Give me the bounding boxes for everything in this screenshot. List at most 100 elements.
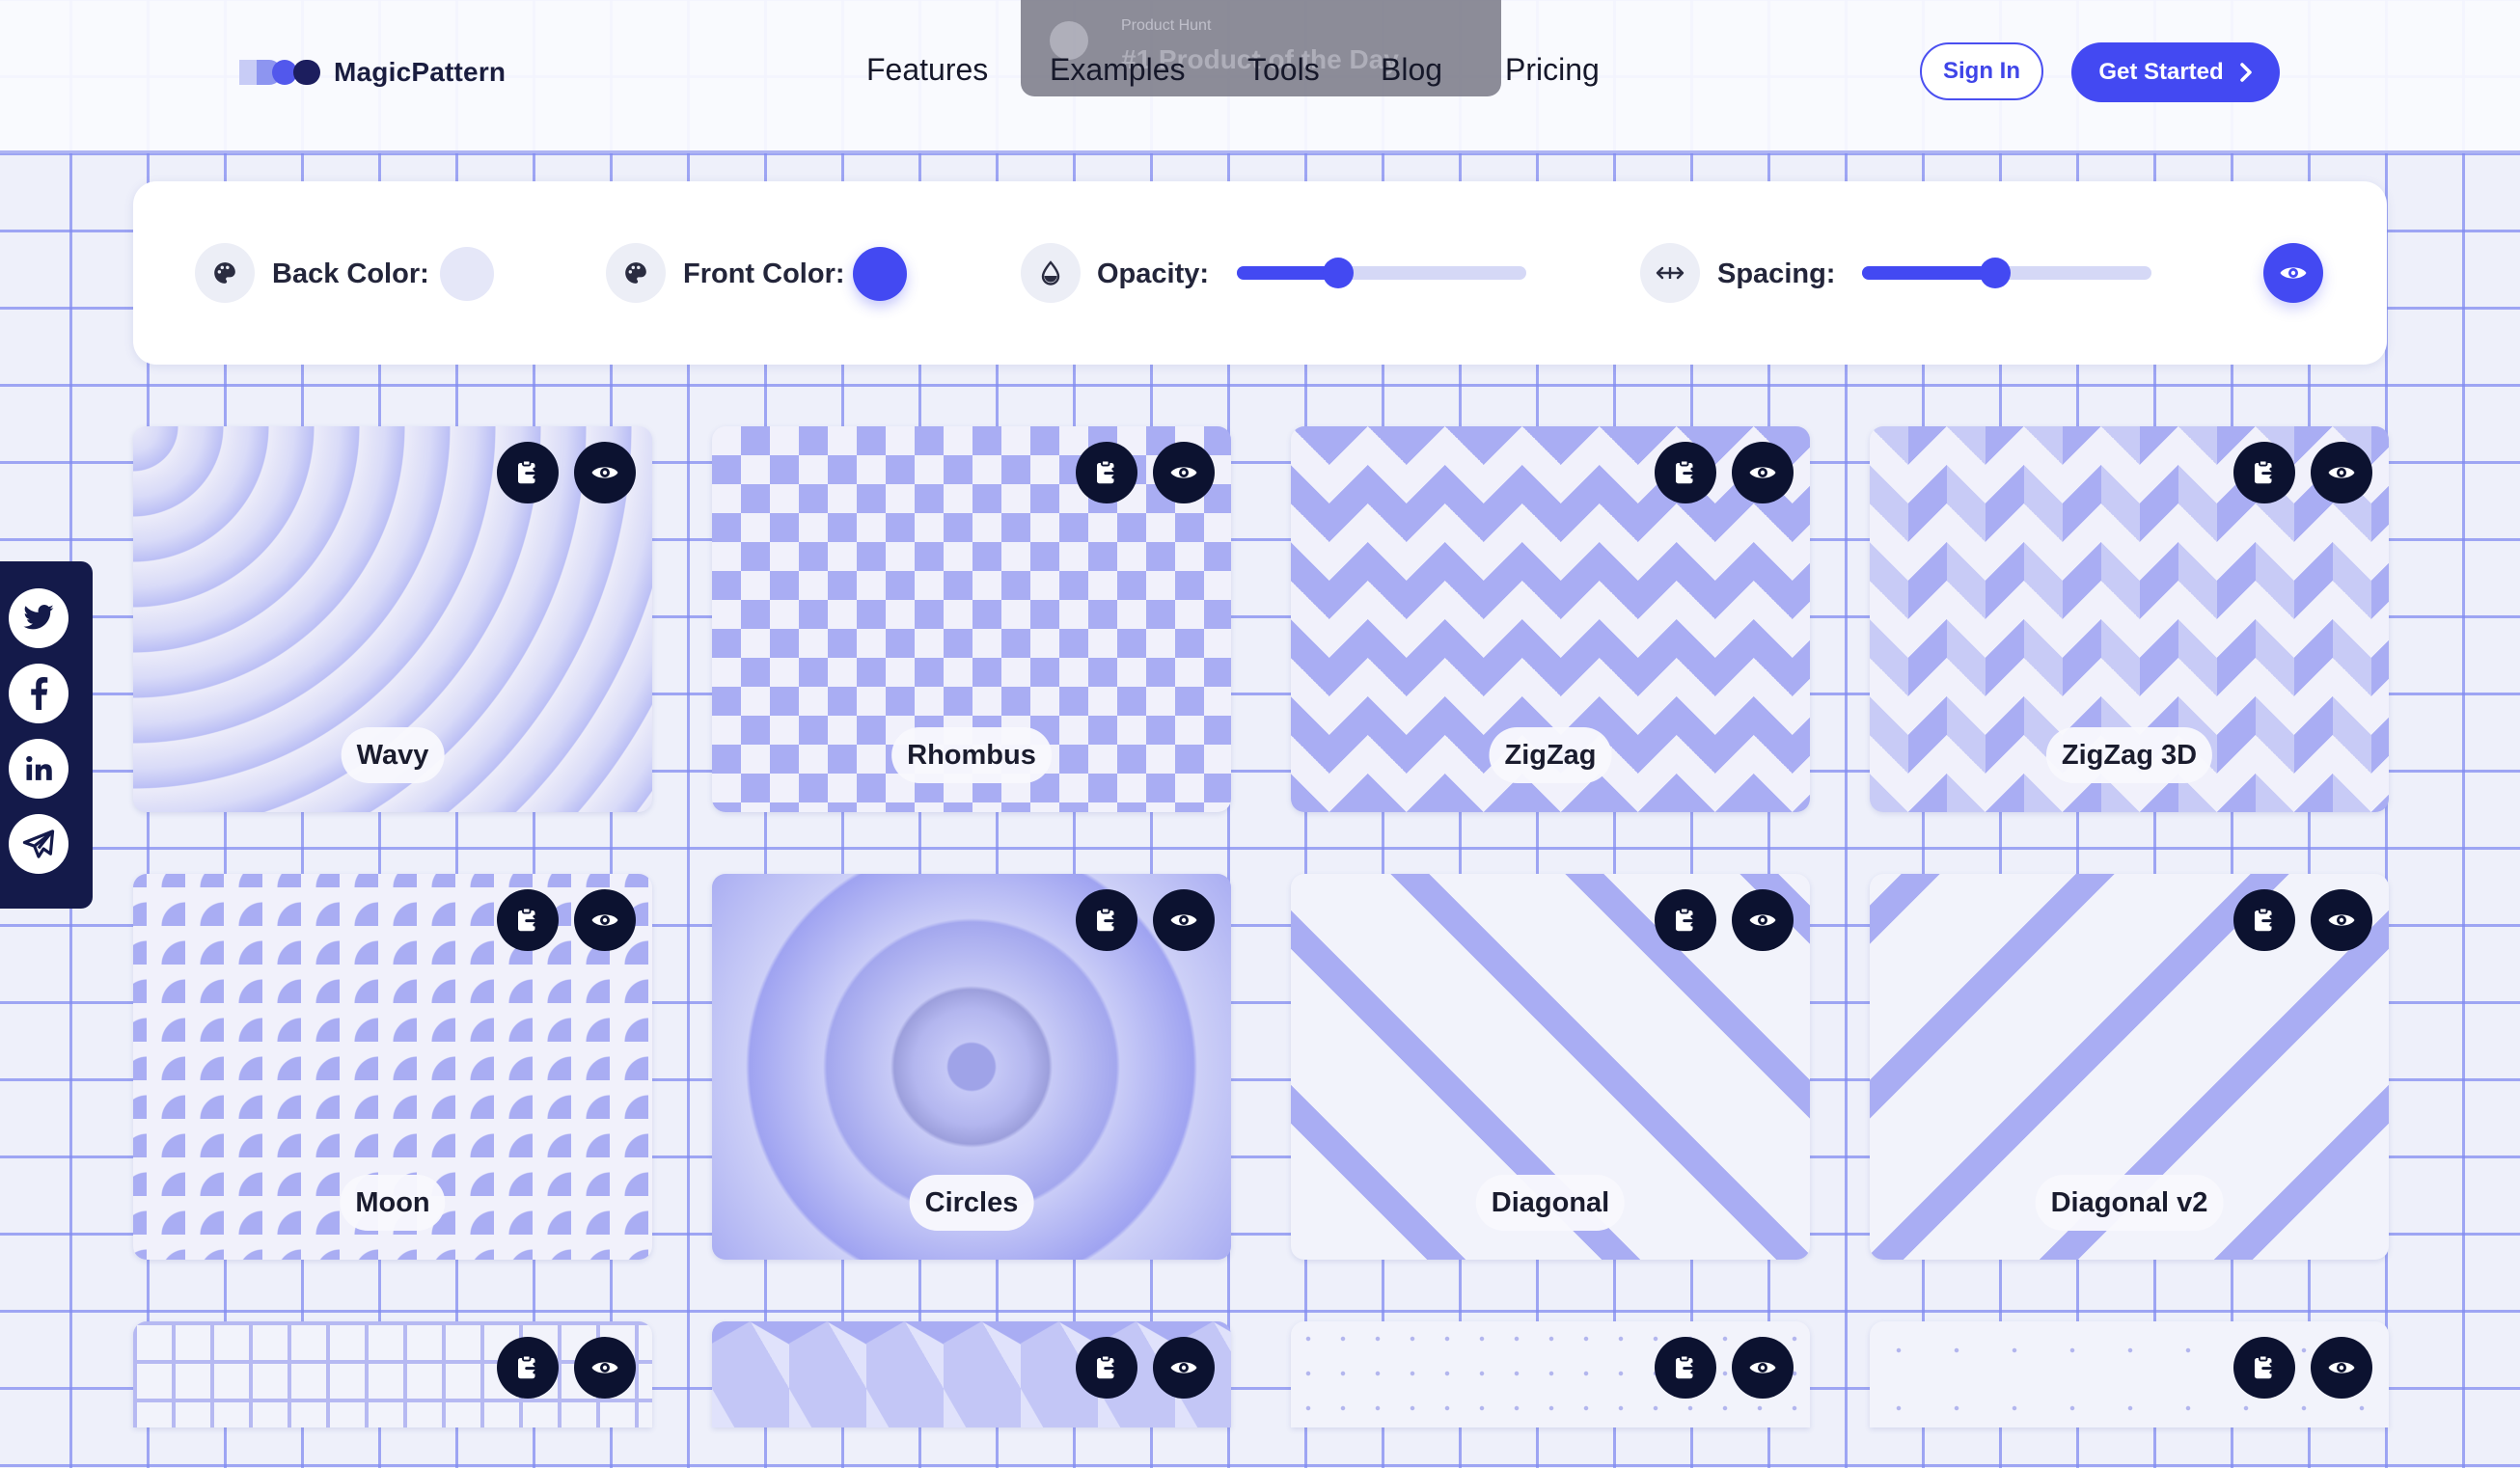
preview-pattern-button[interactable] [1732, 889, 1794, 951]
eye-icon [2328, 1362, 2355, 1373]
pattern-name: ZigZag [1489, 727, 1612, 783]
eye-icon [591, 467, 618, 478]
preview-pattern-button[interactable] [1153, 1337, 1215, 1399]
logo-mark-icon [239, 56, 320, 89]
clipboard-icon [518, 1354, 540, 1379]
eye-icon [1749, 1362, 1776, 1373]
nav-tools[interactable]: Tools [1247, 52, 1320, 88]
copy-css-button[interactable] [497, 442, 559, 503]
pattern-card-circles[interactable]: Circles [712, 874, 1231, 1260]
eye-icon [1170, 1362, 1197, 1373]
preview-pattern-button[interactable] [574, 442, 636, 503]
pattern-card[interactable] [133, 1321, 652, 1427]
spacing-label: Spacing: [1717, 258, 1836, 289]
spacing-arrows-icon [1640, 243, 1700, 303]
back-color-label: Back Color: [272, 258, 429, 289]
clipboard-icon [1097, 459, 1119, 484]
pattern-card-zigzag[interactable]: ZigZag [1291, 426, 1810, 812]
opacity-slider-handle[interactable] [1323, 258, 1354, 288]
clipboard-icon [2255, 459, 2277, 484]
pattern-name: Rhombus [891, 727, 1052, 783]
copy-css-button[interactable] [1076, 889, 1137, 951]
palette-icon [606, 243, 666, 303]
pattern-card-zigzag-3d[interactable]: ZigZag 3D [1870, 426, 2389, 812]
twitter-share-button[interactable] [9, 588, 68, 648]
preview-pattern-button[interactable] [1732, 1337, 1794, 1399]
pattern-name: Wavy [341, 727, 445, 783]
clipboard-icon [1097, 907, 1119, 932]
preview-pattern-button[interactable] [574, 1337, 636, 1399]
pattern-card[interactable] [712, 1321, 1231, 1427]
spacing-slider[interactable] [1862, 258, 2151, 288]
back-color-swatch[interactable] [440, 247, 494, 301]
pattern-name: Diagonal [1475, 1175, 1626, 1231]
clipboard-icon [2255, 907, 2277, 932]
eye-icon [2280, 267, 2307, 279]
get-started-label: Get Started [2098, 59, 2224, 85]
telegram-share-button[interactable] [9, 814, 68, 874]
opacity-label: Opacity: [1097, 258, 1210, 289]
pattern-card-diagonal-v2[interactable]: Diagonal v2 [1870, 874, 2389, 1260]
nav-features[interactable]: Features [866, 52, 988, 88]
opacity-slider[interactable] [1237, 258, 1526, 288]
pattern-name: Moon [340, 1175, 446, 1231]
pattern-card-moon[interactable]: Moon [133, 874, 652, 1260]
copy-css-button[interactable] [1655, 1337, 1716, 1399]
pattern-card-diagonal[interactable]: Diagonal [1291, 874, 1810, 1260]
sign-in-button[interactable]: Sign In [1920, 42, 2043, 100]
front-color-label: Front Color: [683, 258, 845, 289]
clipboard-icon [1676, 907, 1698, 932]
preview-button[interactable] [2263, 243, 2323, 303]
top-navbar: MagicPattern Product Hunt #1 Product of … [0, 0, 2520, 153]
spacing-slider-fill [1862, 266, 1995, 280]
linkedin-icon [26, 755, 52, 780]
twitter-icon [23, 605, 54, 630]
eye-icon [1170, 914, 1197, 926]
preview-pattern-button[interactable] [574, 889, 636, 951]
front-color-swatch[interactable] [853, 247, 907, 301]
pattern-card[interactable] [1291, 1321, 1810, 1427]
copy-css-button[interactable] [2233, 889, 2295, 951]
clipboard-icon [2255, 1354, 2277, 1379]
brand-name: MagicPattern [334, 57, 507, 87]
nav-blog[interactable]: Blog [1381, 52, 1442, 88]
eye-icon [1749, 914, 1776, 926]
brand-logo[interactable]: MagicPattern [239, 56, 506, 89]
pattern-card-rhombus[interactable]: Rhombus [712, 426, 1231, 812]
facebook-share-button[interactable] [9, 664, 68, 723]
copy-css-button[interactable] [2233, 442, 2295, 503]
eye-icon [591, 1362, 618, 1373]
preview-pattern-button[interactable] [1732, 442, 1794, 503]
eye-icon [1749, 467, 1776, 478]
copy-css-button[interactable] [1076, 442, 1137, 503]
preview-pattern-button[interactable] [2311, 442, 2372, 503]
telegram-icon [22, 829, 55, 858]
copy-css-button[interactable] [2233, 1337, 2295, 1399]
pattern-name: Diagonal v2 [2035, 1175, 2224, 1231]
nav-pricing[interactable]: Pricing [1505, 52, 1600, 88]
nav-examples[interactable]: Examples [1050, 52, 1186, 88]
clipboard-icon [1676, 459, 1698, 484]
copy-css-button[interactable] [1655, 442, 1716, 503]
copy-css-button[interactable] [1076, 1337, 1137, 1399]
spacing-slider-handle[interactable] [1980, 258, 2011, 288]
copy-css-button[interactable] [497, 889, 559, 951]
pattern-card-wavy[interactable]: Wavy [133, 426, 652, 812]
clipboard-icon [1097, 1354, 1119, 1379]
eye-icon [591, 914, 618, 926]
get-started-button[interactable]: Get Started [2071, 42, 2280, 102]
pattern-card[interactable] [1870, 1321, 2389, 1427]
copy-css-button[interactable] [497, 1337, 559, 1399]
preview-pattern-button[interactable] [2311, 889, 2372, 951]
pattern-name: Circles [909, 1175, 1034, 1231]
preview-pattern-button[interactable] [1153, 889, 1215, 951]
pattern-controls-panel: Back Color: Front Color: Opacity: Spacin… [133, 181, 2387, 365]
eye-icon [2328, 914, 2355, 926]
clipboard-icon [518, 907, 540, 932]
linkedin-share-button[interactable] [9, 739, 68, 799]
copy-css-button[interactable] [1655, 889, 1716, 951]
preview-pattern-button[interactable] [1153, 442, 1215, 503]
preview-pattern-button[interactable] [2311, 1337, 2372, 1399]
toast-caption: Product Hunt [1121, 17, 1212, 34]
chevron-right-icon [2239, 63, 2252, 82]
